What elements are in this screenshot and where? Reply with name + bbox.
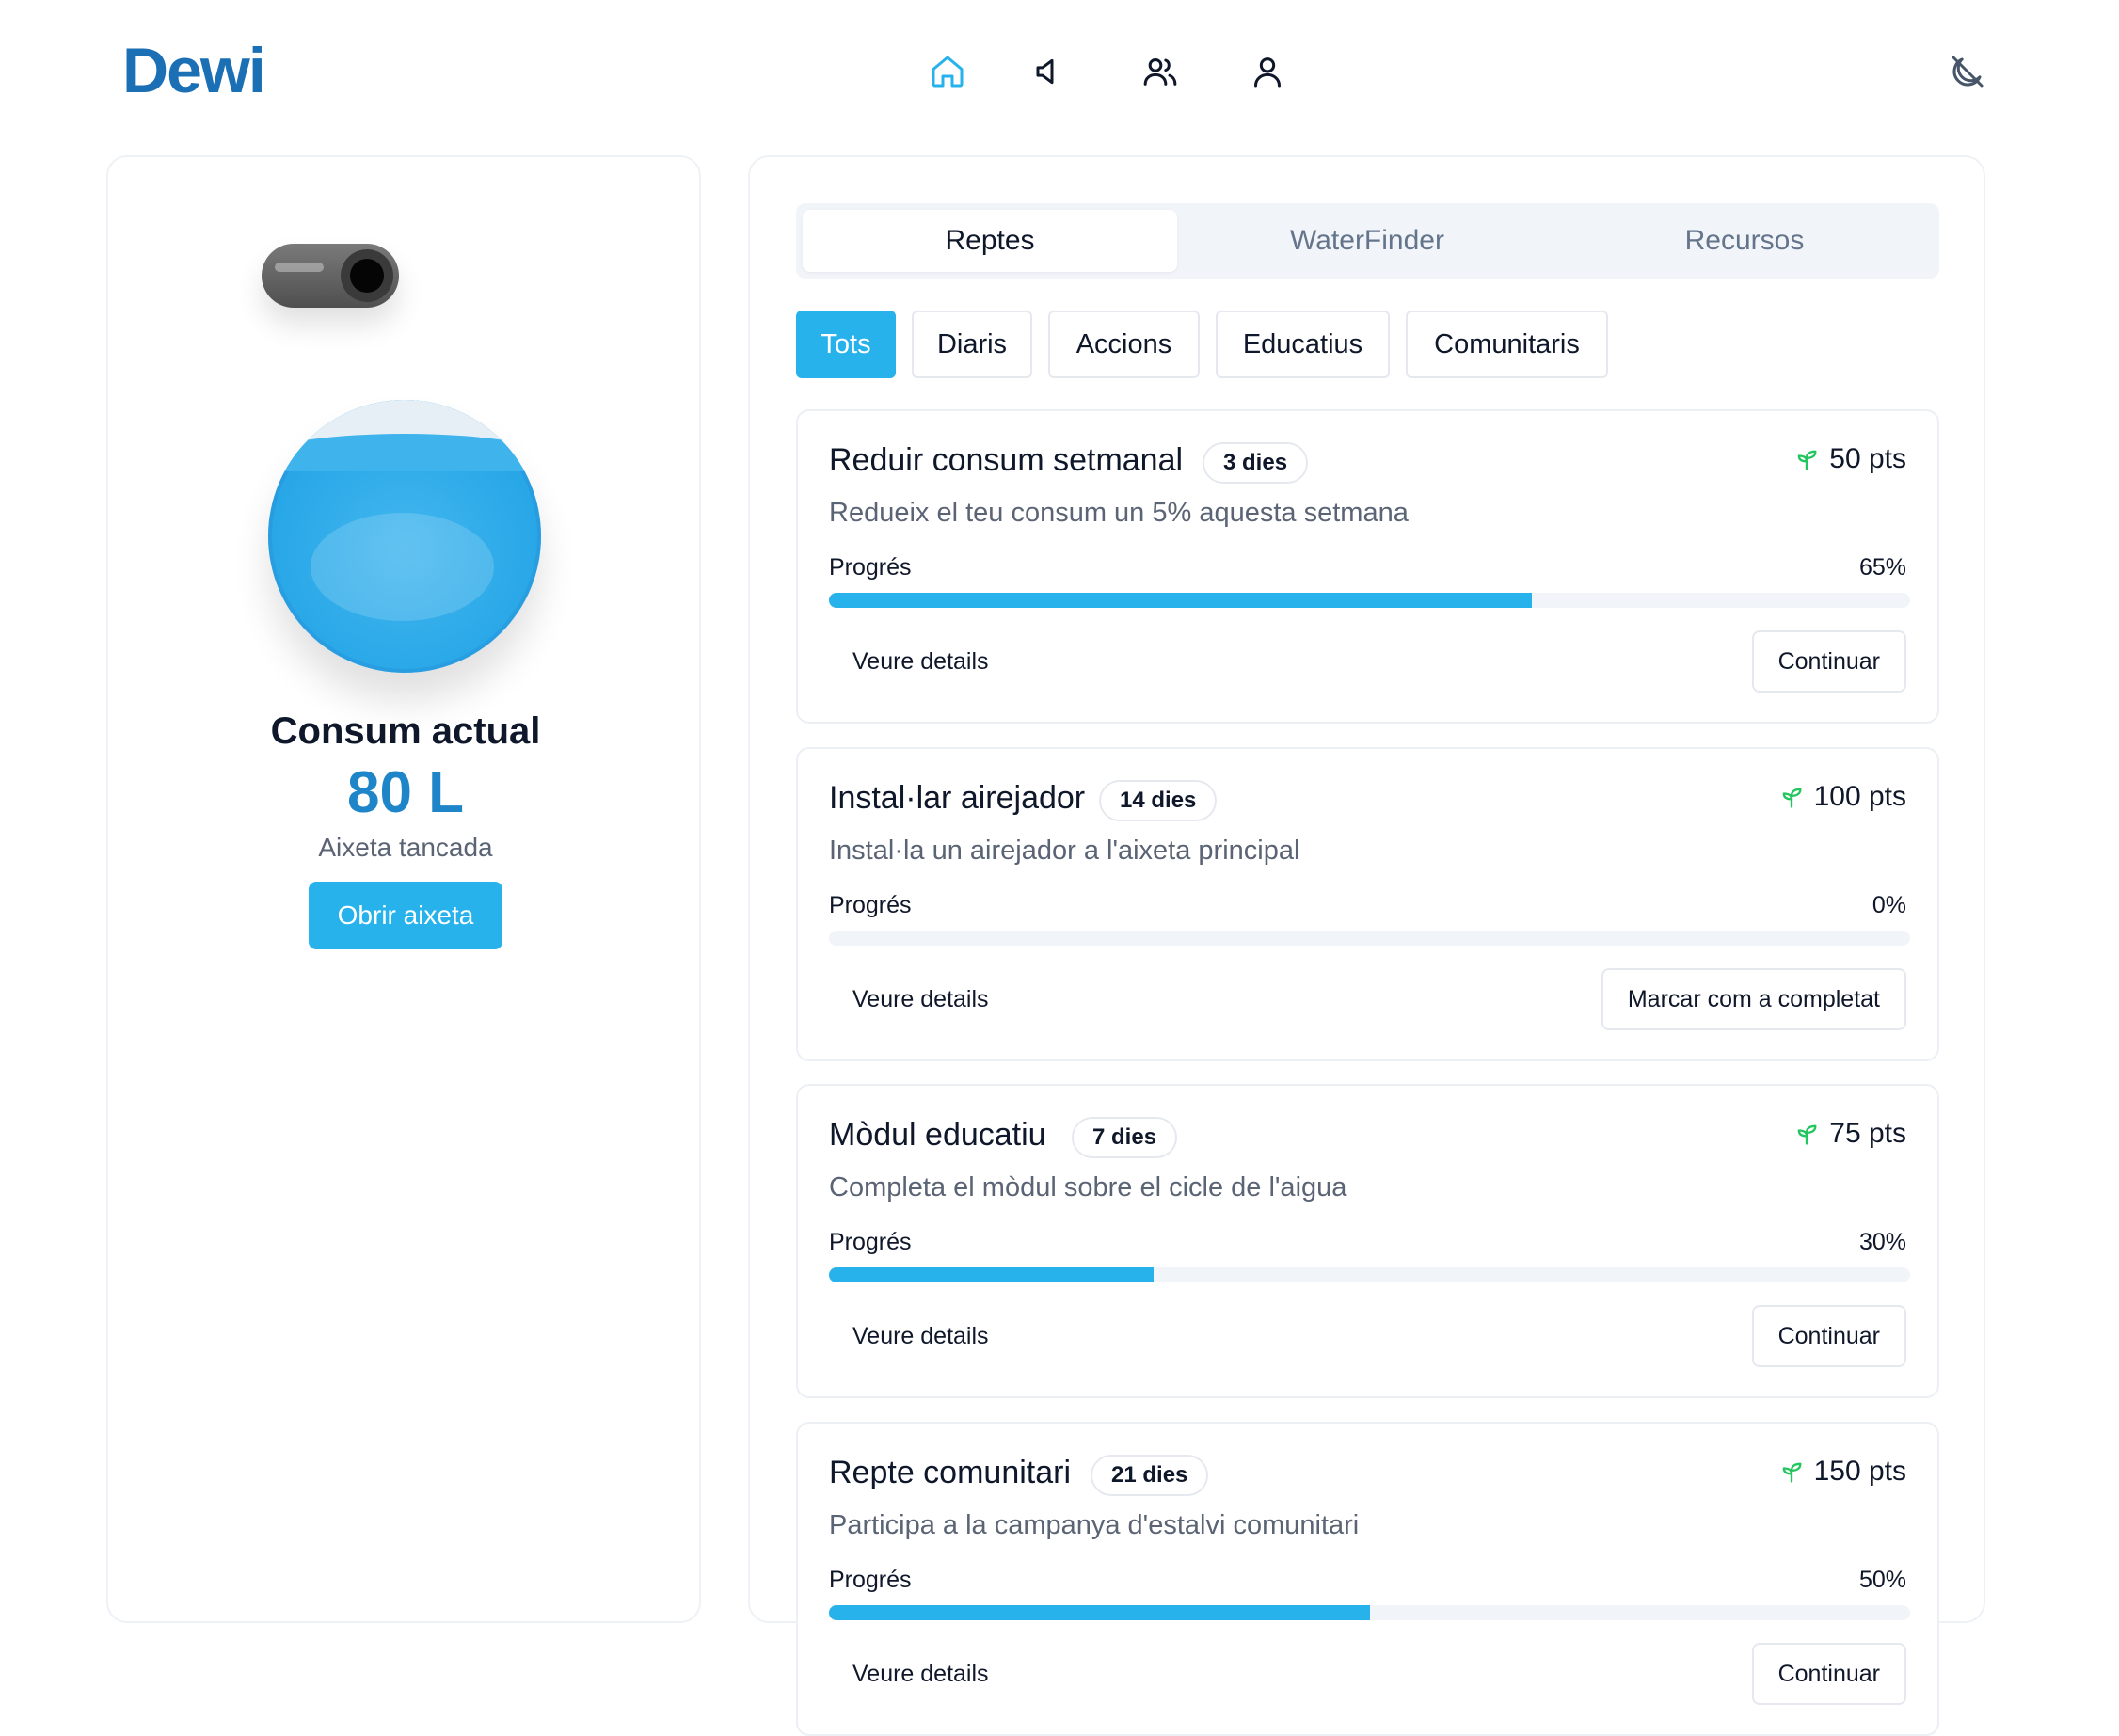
toggle-knob[interactable] [341, 249, 393, 302]
challenge-description: Completa el mòdul sobre el cicle de l'ai… [829, 1172, 1347, 1202]
tab-reptes[interactable]: Reptes [803, 210, 1177, 272]
view-details-button[interactable]: Veure details [852, 648, 989, 676]
tap-toggle[interactable] [262, 244, 399, 308]
nav-speaker-icon[interactable] [1028, 53, 1066, 90]
progress-percent: 0% [1872, 892, 1906, 918]
main-tabs: Reptes WaterFinder Recursos [796, 203, 1939, 279]
continue-button[interactable]: Continuar [1751, 1643, 1906, 1705]
filter-educatius[interactable]: Educatius [1216, 311, 1390, 378]
sprout-icon [1797, 1124, 1817, 1145]
progress-fill [829, 1267, 1154, 1282]
progress-label: Progrés [829, 1229, 912, 1255]
challenge-points: 50 pts [1793, 443, 1906, 475]
challenge-card: Instal·lar airejador 14 dies 100 pts Ins… [796, 747, 1939, 1061]
challenge-description: Redueix el teu consum un 5% aquesta setm… [829, 498, 1409, 528]
challenge-title: Mòdul educatiu [829, 1117, 1046, 1153]
points-value: 100 pts [1813, 781, 1906, 812]
challenge-card: Reduir consum setmanal 3 dies 50 pts Red… [796, 409, 1939, 724]
challenge-title: Reduir consum setmanal [829, 442, 1184, 478]
days-badge: 3 dies [1203, 442, 1309, 484]
progress-fill [829, 1605, 1370, 1620]
water-surface [268, 400, 541, 471]
logo[interactable]: Dewi [122, 34, 266, 107]
nav-users-icon[interactable] [1141, 53, 1179, 90]
progress-percent: 65% [1858, 554, 1906, 581]
progress-label: Progrés [829, 1567, 912, 1593]
filter-comunitaris[interactable]: Comunitaris [1406, 311, 1608, 378]
consumption-title: Consum actual [270, 710, 541, 752]
app-header: Dewi [0, 0, 2119, 141]
tab-waterfinder[interactable]: WaterFinder [1180, 210, 1554, 272]
progress-percent: 50% [1858, 1567, 1906, 1593]
challenge-title: Repte comunitari [829, 1455, 1072, 1490]
filter-diaris[interactable]: Diaris [912, 311, 1032, 378]
view-details-button[interactable]: Veure details [852, 1323, 989, 1350]
sprout-icon [1782, 1462, 1802, 1483]
challenge-points: 100 pts [1778, 781, 1906, 813]
tab-recursos[interactable]: Recursos [1557, 210, 1932, 272]
theme-toggle-moon-off-icon[interactable] [1949, 53, 1986, 90]
challenges-panel: Reptes WaterFinder Recursos Tots Diaris … [748, 155, 1985, 1736]
challenge-card: Repte comunitari 21 dies 150 pts Partici… [796, 1422, 1939, 1736]
filter-tots[interactable]: Tots [796, 311, 896, 378]
points-value: 50 pts [1829, 443, 1906, 474]
progress-bar [829, 931, 1910, 946]
filter-accions[interactable]: Accions [1048, 311, 1200, 378]
challenge-points: 150 pts [1778, 1456, 1906, 1488]
progress-percent: 30% [1858, 1229, 1906, 1255]
days-badge: 14 dies [1099, 780, 1218, 821]
challenge-card: Mòdul educatiu 7 dies 75 pts Completa el… [796, 1084, 1939, 1398]
open-tap-button[interactable]: Obrir aixeta [309, 882, 502, 949]
challenge-title: Instal·lar airejador [829, 780, 1086, 816]
water-level-indicator [268, 400, 541, 673]
water-sheen [311, 513, 494, 621]
progress-label: Progrés [829, 892, 912, 918]
continue-button[interactable]: Continuar [1751, 1305, 1906, 1367]
progress-bar [829, 1267, 1910, 1282]
nav-home-icon[interactable] [929, 53, 966, 90]
points-value: 150 pts [1813, 1456, 1906, 1487]
points-value: 75 pts [1829, 1118, 1906, 1149]
sprout-icon [1782, 788, 1802, 808]
nav-user-icon[interactable] [1249, 53, 1286, 90]
days-badge: 7 dies [1072, 1117, 1178, 1158]
progress-label: Progrés [829, 554, 912, 581]
tap-status: Aixeta tancada [318, 833, 493, 862]
progress-bar [829, 593, 1910, 608]
continue-button[interactable]: Continuar [1751, 630, 1906, 693]
consumption-value: 80 L [346, 760, 465, 825]
challenge-description: Participa a la campanya d'estalvi comuni… [829, 1510, 1360, 1540]
toggle-highlight [275, 263, 324, 272]
sprout-icon [1797, 450, 1817, 470]
progress-bar [829, 1605, 1910, 1620]
view-details-button[interactable]: Veure details [852, 1661, 989, 1688]
challenge-description: Instal·la un airejador a l'aixeta princi… [829, 836, 1300, 866]
days-badge: 21 dies [1091, 1455, 1209, 1496]
consumption-panel: Consum actual 80 L Aixeta tancada Obrir … [106, 155, 701, 1623]
progress-fill [829, 593, 1532, 608]
view-details-button[interactable]: Veure details [852, 986, 989, 1013]
mark-complete-button[interactable]: Marcar com a completat [1601, 968, 1906, 1030]
challenge-points: 75 pts [1793, 1118, 1906, 1150]
